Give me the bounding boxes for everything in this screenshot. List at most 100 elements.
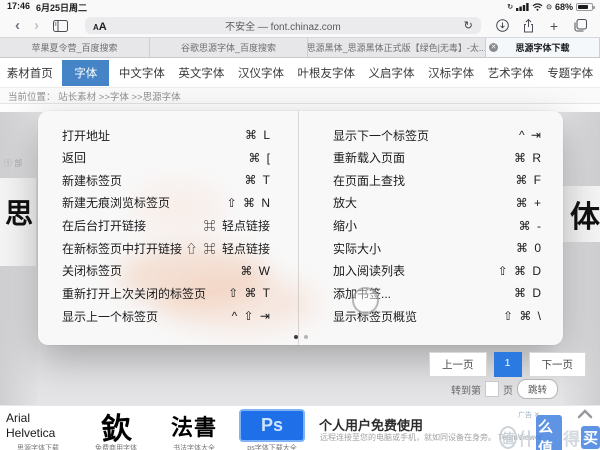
tab-close-icon[interactable]: ✕ (489, 43, 498, 52)
menu-item-shortcut: ⌘ D (514, 286, 541, 301)
current-page-button[interactable]: 1 (493, 352, 522, 377)
menu-item-label: 关闭标签页 (62, 264, 123, 279)
tabs-overview-icon[interactable] (569, 19, 592, 32)
nav-topic-fonts[interactable]: 专题字体 (543, 60, 597, 86)
menu-item-show-previous-tab[interactable]: 显示上一个标签页 ^ ⇧ ⇥ (62, 305, 270, 327)
nav-hanyi-fonts[interactable]: 汉仪字体 (234, 60, 288, 86)
forward-button[interactable]: › (27, 18, 46, 33)
tab-2[interactable]: 谷歌思源字体_百度搜索 (150, 38, 308, 57)
menu-item-find-on-page[interactable]: 在页面上查找 ⌘ F (333, 169, 541, 191)
tab-bar: 苹果夏令营_百度搜索 谷歌思源字体_百度搜索 思源黑体_思源黑体正式版【绿色|无… (0, 38, 600, 58)
page-area: ① 部 思 体 打开地址 ⌘ L 返回 ⌘ [ 新建标签页 ⌘ T 新建无痕浏览标签页… (0, 104, 600, 405)
menu-item-label: 打开地址 (62, 128, 111, 143)
menu-item-actual-size[interactable]: 实际大小 ⌘ 0 (333, 237, 541, 259)
download-icon[interactable] (491, 19, 514, 32)
lock-icon: ⊙ (546, 4, 552, 11)
smzdm-watermark: 值 什 么值 得 买 (499, 415, 600, 450)
font-card-caption: 思源字体下载 (17, 445, 59, 450)
menu-item-shortcut: ⌘ + (515, 195, 541, 210)
menu-item-zoom-out[interactable]: 缩小 ⌘ - (333, 215, 541, 237)
battery-icon (576, 3, 595, 11)
font-preview-left: 思 (0, 178, 36, 266)
prev-page-button[interactable]: 上一页 (429, 352, 487, 377)
menu-item-zoom-in[interactable]: 放大 ⌘ + (333, 192, 541, 214)
browser-toolbar: ‹ › AA 不安全 — font.chinaz.com ↻ + (0, 14, 600, 38)
nav-yegenyou-fonts[interactable]: 叶根友字体 (294, 60, 360, 86)
goto-jump-button[interactable]: 跳转 (516, 379, 558, 399)
goto-suffix-label: 页 (502, 385, 513, 397)
clock: 17:46 (7, 0, 31, 11)
menu-item-shortcut: ⌘ 0 (515, 241, 541, 256)
menu-item-label: 缩小 (333, 219, 358, 233)
menu-item-shortcut: ⌘ R (514, 150, 541, 165)
font-card-arial[interactable]: Arial Helvetica 思源字体下载 (2, 409, 74, 450)
tab-4-active[interactable]: ✕ 思源字体下载 (486, 38, 600, 57)
menu-item-label: 加入阅读列表 (333, 264, 406, 279)
back-button[interactable]: ‹ (8, 18, 27, 33)
page-info-snippet: ① 部 (4, 159, 23, 168)
menu-column-left: 打开地址 ⌘ L 返回 ⌘ [ 新建标签页 ⌘ T 新建无痕浏览标签页 ⇧ ⌘ N 在后… (38, 111, 298, 345)
menu-item-shortcut: ^ ⇥ (518, 128, 541, 142)
menu-item-add-to-reading-list[interactable]: 加入阅读列表 ⇧ ⌘ D (333, 260, 541, 282)
pagination: 上一页 1 下一页 (429, 352, 586, 377)
tab-3[interactable]: 思源黑体_思源黑体正式版【绿色|无毒】-太... (308, 38, 486, 57)
tab-1[interactable]: 苹果夏令营_百度搜索 (0, 38, 150, 57)
nav-hanbiao-fonts[interactable]: 汉标字体 (424, 60, 478, 86)
nav-home[interactable]: 素材首页 (3, 60, 57, 86)
menu-item-new-private-tab[interactable]: 新建无痕浏览标签页 ⇧ ⌘ N (62, 192, 270, 214)
nav-yiqi-fonts[interactable]: 义启字体 (365, 60, 419, 86)
tab-label: 思源黑体_思源黑体正式版【绿色|无毒】-太... (308, 43, 486, 53)
menu-item-new-tab[interactable]: 新建标签页 ⌘ T (62, 169, 270, 191)
status-bar: 17:46 6月25日周二 ↻ ⊙ 68% (0, 0, 600, 14)
menu-item-open-link-new-tab[interactable]: 在新标签页中打开链接 ⇧ ⌘ 轻点链接 (62, 237, 270, 259)
new-tab-icon[interactable]: + (543, 19, 565, 33)
menu-item-label: 显示下一个标签页 (333, 128, 430, 143)
tab-label: 思源字体下载 (515, 43, 570, 53)
reload-button[interactable]: ↻ (464, 19, 473, 32)
font-card-photoshop[interactable]: Ps ps字体下载大全 (236, 409, 308, 450)
url-title: 不安全 — font.chinaz.com (225, 22, 341, 33)
menu-item-shortcut: ⌘ F (515, 173, 541, 188)
menu-item-open-link-background[interactable]: 在后台打开链接 ⌘ 轻点链接 (62, 215, 270, 237)
menu-item-reopen-closed-tab[interactable]: 重新打开上次关闭的标签页 ⇧ ⌘ T (62, 282, 270, 304)
nav-chinese-fonts[interactable]: 中文字体 (115, 60, 169, 86)
goto-page-input[interactable] (484, 381, 499, 397)
menu-item-open-address[interactable]: 打开地址 ⌘ L (62, 124, 270, 146)
menu-item-label: 在新标签页中打开链接 (62, 241, 183, 256)
font-card-calligraphy-2[interactable]: 法書 书法字体大全 (158, 409, 230, 450)
next-page-button[interactable]: 下一页 (528, 352, 586, 377)
sidebar-icon[interactable] (46, 19, 75, 32)
address-bar[interactable]: AA 不安全 — font.chinaz.com ↻ (85, 17, 481, 34)
font-card-caption: 免费商用字体 (95, 445, 137, 450)
menu-item-shortcut: ⌘ W (240, 263, 270, 278)
goto-page: 转到第 页 跳转 (451, 379, 558, 399)
menu-item-label: 重新载入页面 (333, 151, 406, 166)
menu-item-shortcut: ⌘ [ (248, 150, 270, 165)
nav-art-fonts[interactable]: 艺术字体 (484, 60, 538, 86)
battery-percent: 68% (554, 2, 573, 12)
menu-item-label: 在页面上查找 (333, 173, 406, 188)
ad-title[interactable]: 个人用户免费使用 (319, 415, 423, 434)
menu-item-reload-page[interactable]: 重新载入页面 ⌘ R (333, 147, 541, 169)
menu-item-go-back[interactable]: 返回 ⌘ [ (62, 147, 270, 169)
site-nav: 素材首页 字体 中文字体 英文字体 汉仪字体 叶根友字体 义启字体 汉标字体 艺… (0, 58, 600, 88)
smzdm-logo-icon: 值 (499, 425, 517, 449)
menu-item-close-tab[interactable]: 关闭标签页 ⌘ W (62, 260, 270, 282)
nav-font-active[interactable]: 字体 (62, 59, 110, 86)
share-icon[interactable] (518, 18, 539, 33)
menu-item-shortcut: ⇧ ⌘ D (497, 263, 541, 278)
menu-item-shortcut: ⇧ ⌘ T (228, 286, 270, 301)
keyboard-shortcuts-menu: 打开地址 ⌘ L 返回 ⌘ [ 新建标签页 ⌘ T 新建无痕浏览标签页 ⇧ ⌘ N 在后… (38, 111, 563, 345)
touch-pointer-indicator (352, 287, 379, 314)
menu-item-label: 显示上一个标签页 (62, 309, 159, 324)
cellular-icon (516, 3, 529, 11)
font-card-calligraphy-1[interactable]: 欽 免费商用字体 (80, 409, 152, 450)
menu-item-label: 重新打开上次关闭的标签页 (62, 286, 207, 301)
date: 6月25日周二 (36, 2, 88, 13)
page-dot-inactive (303, 335, 308, 339)
menu-item-show-next-tab[interactable]: 显示下一个标签页 ^ ⇥ (333, 124, 541, 146)
photoshop-icon: Ps (239, 409, 305, 442)
nav-english-fonts[interactable]: 英文字体 (174, 60, 228, 86)
menu-item-shortcut: ⌘ 轻点链接 (203, 219, 270, 233)
menu-item-shortcut: ⇧ ⌘ N (226, 195, 270, 210)
